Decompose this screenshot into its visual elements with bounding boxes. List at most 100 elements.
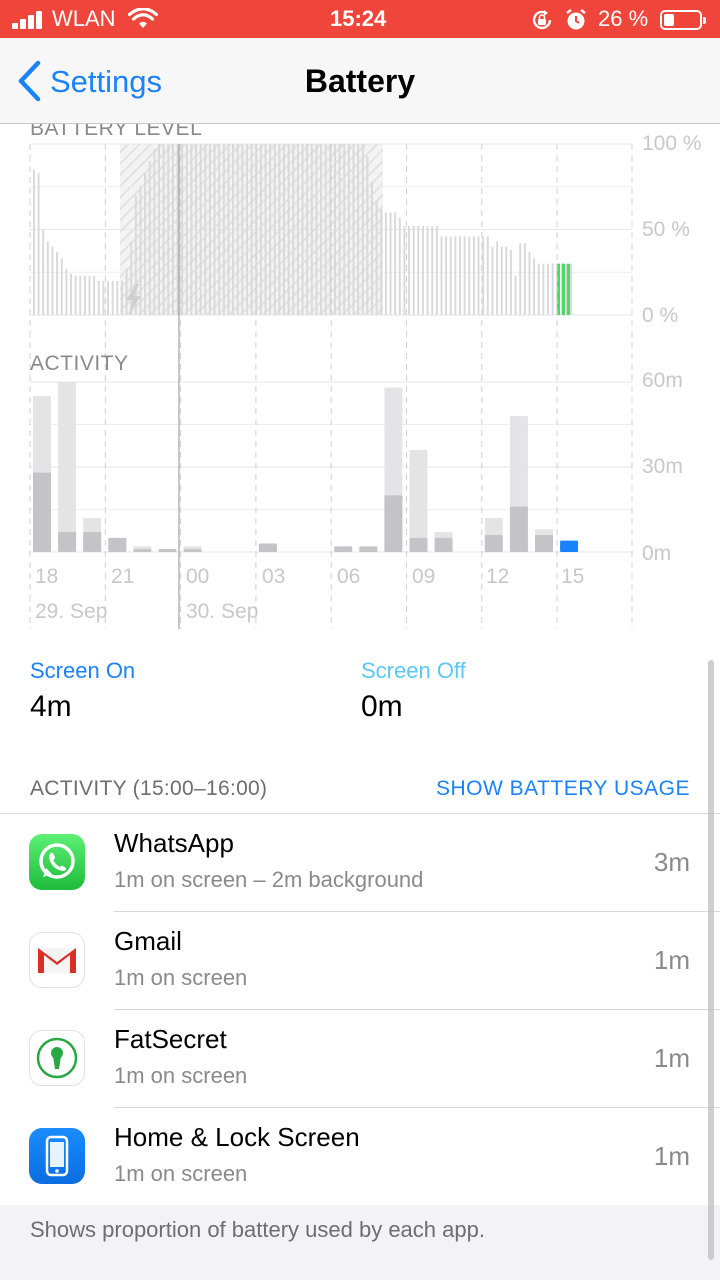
app-detail: 1m on screen – 2m background	[114, 867, 424, 892]
show-battery-usage-button[interactable]: SHOW BATTERY USAGE	[436, 777, 690, 801]
battery-bar	[352, 144, 355, 315]
x-tick-15: 15	[561, 565, 585, 588]
battery-bar	[324, 144, 327, 315]
activity-bar-screen-on	[535, 535, 553, 552]
app-name: WhatsApp	[114, 828, 234, 858]
app-row-gmail[interactable]: Gmail 1m on screen 1m	[0, 911, 720, 1009]
battery-bar	[389, 212, 392, 315]
screen-on-value: 4m	[30, 690, 72, 723]
battery-bar	[162, 144, 165, 315]
status-time: 15:24	[330, 6, 387, 31]
battery-bar	[491, 246, 494, 315]
activity-bar-screen-on	[434, 537, 453, 552]
battery-bar	[158, 144, 160, 315]
battery-bar	[343, 144, 346, 315]
activity-y-label-60: 60m	[642, 369, 683, 392]
battery-bar	[292, 144, 295, 315]
activity-bar-screen-on	[108, 537, 127, 552]
x-tick-21: 21	[111, 565, 135, 588]
battery-bar	[472, 236, 475, 315]
battery-bar	[347, 144, 350, 315]
battery-bar	[120, 280, 123, 315]
battery-bar	[88, 275, 91, 315]
battery-bar	[60, 258, 63, 315]
x-tick-12: 12	[486, 565, 510, 588]
app-time: 3m	[653, 847, 690, 877]
activity-bar-screen-on	[334, 546, 353, 552]
battery-bar	[42, 229, 45, 315]
navigation-bar: Settings Battery	[0, 38, 720, 124]
battery-bar	[107, 280, 110, 315]
battery-bar	[496, 241, 499, 315]
battery-bar	[412, 226, 415, 315]
battery-bar	[264, 144, 267, 315]
battery-bar	[241, 144, 244, 315]
battery-bar	[338, 144, 341, 315]
battery-bar	[417, 226, 420, 315]
battery-bar	[144, 173, 147, 315]
activity-bar-screen-on	[58, 532, 77, 552]
scroll-indicator[interactable]	[708, 660, 714, 1260]
battery-bar	[315, 144, 318, 315]
battery-bar	[468, 236, 471, 315]
app-detail: 1m on screen	[114, 965, 248, 990]
battery-bar	[148, 161, 151, 315]
battery-bar	[218, 144, 221, 315]
x-tick-06: 06	[337, 565, 361, 588]
battery-bar	[204, 144, 207, 315]
battery-y-label-0: 0 %	[642, 304, 679, 327]
page-title: Battery	[304, 63, 416, 99]
battery-bar	[454, 236, 457, 315]
battery-bar	[199, 144, 202, 315]
battery-bar	[139, 186, 142, 315]
battery-bar	[371, 181, 373, 315]
battery-bar	[269, 144, 272, 315]
battery-bar	[537, 263, 540, 315]
battery-bar	[431, 226, 434, 315]
battery-bar	[421, 226, 424, 315]
activity-bar-screen-on	[384, 495, 403, 552]
battery-y-label-50: 50 %	[642, 218, 690, 241]
battery-bar	[97, 280, 100, 315]
battery-bar	[394, 212, 397, 315]
battery-bar	[167, 144, 170, 315]
home-lock-screen-icon	[29, 1128, 85, 1184]
battery-bar	[46, 241, 49, 315]
activity-bar-screen-on	[258, 543, 277, 552]
battery-bar	[37, 173, 40, 315]
activity-bar-screen-on	[158, 549, 177, 552]
battery-bar	[296, 144, 299, 315]
battery-bar	[283, 144, 286, 315]
app-time: 1m	[653, 1043, 690, 1073]
battery-bar	[449, 236, 452, 315]
battery-bar	[357, 144, 360, 315]
battery-bar	[273, 144, 276, 315]
battery-y-label-100: 100 %	[642, 132, 702, 155]
app-name: Home & Lock Screen	[114, 1122, 360, 1152]
battery-bar	[366, 155, 369, 315]
app-name: Gmail	[114, 926, 182, 956]
whatsapp-icon	[29, 834, 85, 890]
app-row-fatsecret[interactable]: FatSecret 1m on screen 1m	[0, 1009, 720, 1107]
screen-off-label: Screen Off	[361, 658, 466, 683]
activity-y-label-30: 30m	[642, 455, 683, 478]
battery-bar	[519, 243, 522, 315]
battery-bar	[310, 144, 313, 315]
app-row-home-lock-screen[interactable]: Home & Lock Screen 1m on screen 1m	[0, 1107, 720, 1205]
app-row-whatsapp[interactable]: WhatsApp 1m on screen – 2m background 3m	[0, 813, 720, 911]
battery-content: BATTERY LEVEL 100 % 50 % 0 % ACTIVITY 60…	[0, 124, 720, 1280]
battery-bar	[306, 144, 309, 315]
battery-bar	[334, 144, 336, 315]
battery-bar	[116, 280, 119, 315]
battery-bar	[287, 144, 290, 315]
activity-bar-background	[409, 450, 428, 552]
battery-bar-current	[562, 263, 565, 315]
battery-bar	[440, 236, 443, 315]
battery-percent: 26 %	[598, 6, 649, 31]
activity-bar-current	[560, 540, 579, 552]
battery-bar	[153, 149, 156, 315]
screen-off-value: 0m	[361, 690, 403, 723]
battery-bar	[222, 144, 225, 315]
activity-list-header: ACTIVITY (15:00–16:00)	[30, 777, 268, 800]
signal-icon	[12, 11, 46, 29]
